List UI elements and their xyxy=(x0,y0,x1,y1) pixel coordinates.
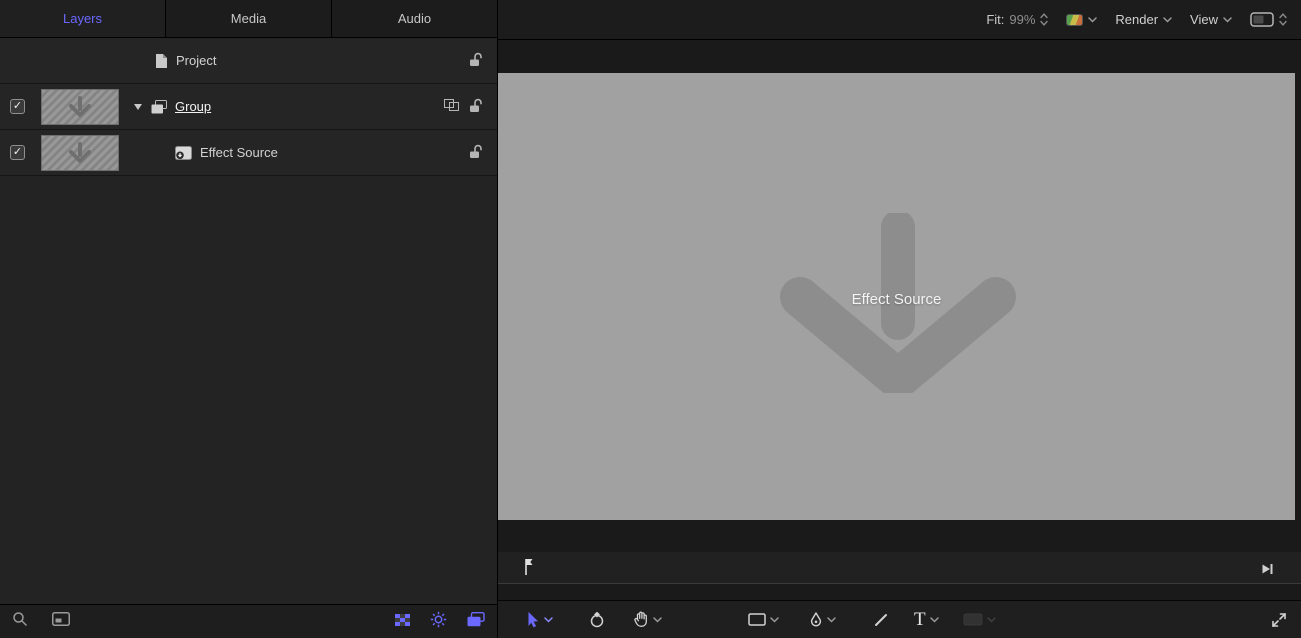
thumbnail-arrow-icon xyxy=(65,95,95,119)
expand-view-button[interactable] xyxy=(1271,612,1287,628)
layers-empty-area xyxy=(0,176,497,604)
mask-tool-disabled xyxy=(963,613,996,626)
group-activation-checkbox[interactable]: ✓ xyxy=(10,99,25,114)
playhead-marker-icon[interactable] xyxy=(524,558,534,581)
document-icon xyxy=(155,53,168,69)
stepper-icon[interactable] xyxy=(1040,13,1048,26)
layers-panel-footer xyxy=(0,604,497,638)
chevron-down-icon xyxy=(1163,17,1172,23)
search-icon[interactable] xyxy=(12,611,28,632)
project-label: Project xyxy=(176,53,216,68)
chevron-down-icon xyxy=(987,617,996,623)
preview-frame-icon[interactable] xyxy=(52,612,70,631)
thumbnail-arrow-icon xyxy=(65,141,95,165)
color-channel-menu[interactable] xyxy=(1066,14,1097,26)
effect-source-thumbnail[interactable] xyxy=(41,135,119,171)
row-project[interactable]: Project xyxy=(0,38,497,84)
layers-list: Project ✓ Gro xyxy=(0,38,497,176)
bezier-pen-tool[interactable] xyxy=(809,612,836,628)
end-marker-icon[interactable] xyxy=(1261,562,1273,580)
color-chip-icon xyxy=(1066,14,1083,26)
chevron-down-icon xyxy=(1223,17,1232,23)
hand-icon xyxy=(633,611,649,628)
blend-mode-icon[interactable] xyxy=(444,99,459,114)
group-thumbnail[interactable] xyxy=(41,89,119,125)
effect-source-placeholder-label: Effect Source xyxy=(498,291,1295,308)
view-menu[interactable]: View xyxy=(1190,12,1232,27)
paint-stroke-tool[interactable] xyxy=(874,613,888,627)
render-label: Render xyxy=(1115,12,1158,27)
zoom-control[interactable]: Fit: 99% xyxy=(986,12,1048,27)
stroke-line-icon xyxy=(874,613,888,627)
motion-window: Layers Media Audio Project xyxy=(0,0,1301,638)
row-group[interactable]: ✓ Group xyxy=(0,84,497,130)
chevron-down-icon xyxy=(827,617,836,623)
select-transform-tool[interactable] xyxy=(526,611,553,628)
chevron-down-icon xyxy=(653,617,662,623)
lock-icon[interactable] xyxy=(469,52,483,70)
zoom-value: 99% xyxy=(1009,12,1035,27)
canvas-stage[interactable]: Effect Source xyxy=(498,73,1295,520)
canvas-panel: Fit: 99% Render View xyxy=(498,0,1301,638)
effect-source-activation-checkbox[interactable]: ✓ xyxy=(10,145,25,160)
chevron-down-icon xyxy=(930,617,939,623)
group-label[interactable]: Group xyxy=(175,99,211,114)
group-icon xyxy=(151,100,167,114)
display-icon xyxy=(1250,12,1274,27)
chevron-down-icon xyxy=(544,617,553,623)
display-layout-control[interactable] xyxy=(1250,12,1287,27)
stepper-icon xyxy=(1279,13,1287,26)
select-arrow-icon xyxy=(526,611,540,628)
gear-icon[interactable] xyxy=(430,611,447,633)
canvas-tools-bar: T xyxy=(498,600,1301,638)
rectangle-icon xyxy=(748,613,766,626)
tab-audio[interactable]: Audio xyxy=(332,0,497,37)
mask-rect-icon xyxy=(963,613,983,626)
effect-source-label[interactable]: Effect Source xyxy=(200,145,278,160)
layers-panel: Layers Media Audio Project xyxy=(0,0,498,638)
canvas-toolbar: Fit: 99% Render View xyxy=(498,0,1301,40)
mini-timeline[interactable] xyxy=(498,552,1301,584)
fit-label: Fit: xyxy=(986,12,1004,27)
tab-media[interactable]: Media xyxy=(166,0,332,37)
transparency-checkerboard-icon[interactable] xyxy=(395,613,410,631)
lock-icon[interactable] xyxy=(469,98,483,116)
chevron-down-icon xyxy=(770,617,779,623)
text-tool-icon: T xyxy=(914,610,926,629)
render-menu[interactable]: Render xyxy=(1115,12,1172,27)
panel-tab-bar: Layers Media Audio xyxy=(0,0,497,38)
disclosure-triangle-icon[interactable] xyxy=(133,103,143,111)
pan-tool[interactable] xyxy=(633,611,662,628)
effect-source-icon xyxy=(175,146,192,160)
shape-tool[interactable] xyxy=(748,613,779,626)
view-label: View xyxy=(1190,12,1218,27)
adjust-item-tool[interactable] xyxy=(589,612,605,628)
adjust-tool-icon xyxy=(589,612,605,628)
pen-nib-icon xyxy=(809,612,823,628)
expand-arrows-icon xyxy=(1271,612,1287,628)
lock-icon[interactable] xyxy=(469,144,483,162)
chevron-down-icon xyxy=(1088,17,1097,23)
text-tool[interactable]: T xyxy=(914,610,939,629)
tab-layers[interactable]: Layers xyxy=(0,0,166,37)
row-effect-source[interactable]: ✓ Effect Source xyxy=(0,130,497,176)
layers-stack-icon[interactable] xyxy=(467,612,485,632)
